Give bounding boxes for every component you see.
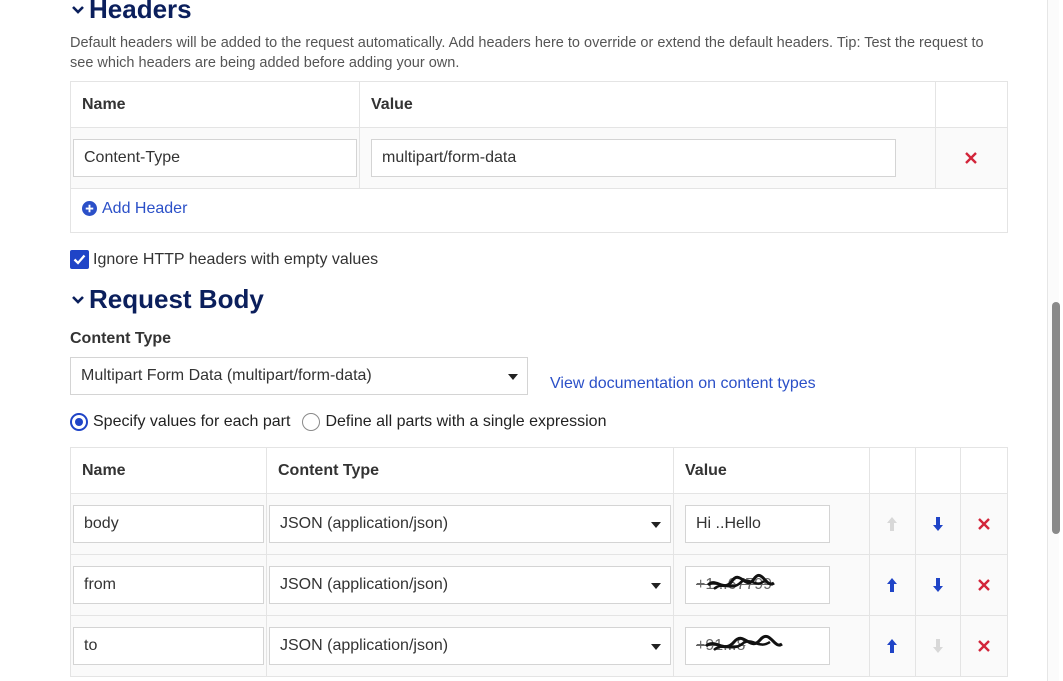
move-down-button[interactable]: [916, 577, 961, 593]
arrow-down-icon: [932, 578, 943, 592]
parts-col-value: Value: [673, 447, 870, 494]
content-type-select[interactable]: Multipart Form Data (multipart/form-data…: [70, 357, 528, 395]
ignore-empty-label: Ignore HTTP headers with empty values: [93, 250, 379, 268]
move-down-button[interactable]: [916, 516, 961, 532]
ignore-empty-headers-option[interactable]: Ignore HTTP headers with empty values: [70, 250, 378, 269]
headers-col-name: Name: [70, 81, 360, 128]
table-row: from JSON (application/json) +1...67799: [70, 554, 1008, 616]
arrow-up-icon: [887, 578, 898, 592]
delete-header-button[interactable]: [936, 151, 1007, 165]
part-content-type-select[interactable]: JSON (application/json): [269, 505, 671, 543]
radio-specify-button[interactable]: [70, 413, 88, 431]
delete-part-button[interactable]: [961, 639, 1007, 653]
delete-part-button[interactable]: [961, 578, 1007, 592]
arrow-down-icon: [932, 639, 943, 653]
table-row: Content-Type multipart/form-data: [70, 127, 1009, 189]
part-content-type-select[interactable]: JSON (application/json): [269, 627, 671, 665]
close-icon: [978, 518, 990, 530]
headers-col-actions: [934, 81, 1009, 128]
part-mode-radio-group: Specify values for each part Define all …: [70, 413, 606, 431]
move-up-button[interactable]: [870, 516, 915, 532]
caret-down-icon: [651, 644, 661, 650]
part-content-type-select[interactable]: JSON (application/json): [269, 566, 671, 604]
part-name-input[interactable]: to: [73, 627, 264, 665]
arrow-up-icon: [887, 639, 898, 653]
radio-single-option[interactable]: Define all parts with a single expressio…: [302, 413, 606, 431]
parts-table: Name Content Type Value body JSON (appli…: [70, 447, 1008, 677]
parts-col-move-up: [868, 447, 916, 494]
caret-down-icon: [651, 522, 661, 528]
delete-part-button[interactable]: [961, 517, 1007, 531]
move-up-button[interactable]: [870, 577, 915, 593]
part-content-type-value: JSON (application/json): [280, 515, 449, 532]
table-row: to JSON (application/json) +91...8: [70, 615, 1008, 677]
ignore-empty-checkbox[interactable]: [70, 250, 89, 269]
radio-single-label: Define all parts with a single expressio…: [325, 413, 607, 430]
part-content-type-value: JSON (application/json): [280, 576, 449, 593]
chevron-down-icon: [70, 2, 86, 18]
close-icon: [978, 579, 990, 591]
part-value-input[interactable]: +1...67799: [685, 566, 830, 604]
move-up-button[interactable]: [870, 638, 915, 654]
radio-specify-label: Specify values for each part: [93, 413, 291, 430]
part-content-type-value: JSON (application/json): [280, 637, 449, 654]
redaction-scribble-icon: [706, 573, 775, 590]
parts-col-name: Name: [70, 447, 267, 494]
header-value-input[interactable]: multipart/form-data: [371, 139, 896, 177]
header-name-input[interactable]: Content-Type: [73, 139, 357, 177]
close-icon: [965, 152, 978, 164]
add-header-label: Add Header: [102, 199, 188, 217]
table-row: body JSON (application/json) Hi ..Hello: [70, 493, 1008, 555]
move-down-button[interactable]: [916, 638, 961, 654]
parts-col-move-down: [914, 447, 962, 494]
checkmark-icon: [73, 254, 86, 265]
content-type-selected-value: Multipart Form Data (multipart/form-data…: [81, 367, 372, 384]
content-type-label: Content Type: [70, 330, 172, 347]
arrow-up-icon: [887, 517, 898, 531]
scrollbar-thumb[interactable]: [1052, 302, 1060, 534]
request-body-section-title[interactable]: Request Body: [70, 284, 264, 315]
radio-specify-option[interactable]: Specify values for each part: [70, 413, 290, 431]
plus-circle-icon: [82, 201, 97, 217]
arrow-down-icon: [932, 517, 943, 531]
parts-col-content-type: Content Type: [266, 447, 674, 494]
parts-col-delete: [960, 447, 1008, 494]
headers-help-text: Default headers will be added to the req…: [70, 35, 984, 71]
add-header-button[interactable]: Add Header: [82, 200, 187, 218]
part-name-input[interactable]: from: [73, 566, 264, 604]
chevron-down-icon: [70, 292, 86, 308]
content-types-docs-link[interactable]: View documentation on content types: [550, 375, 816, 393]
headers-table: Name Value Content-Type multipart/form-d…: [70, 81, 1009, 233]
headers-title-text: Headers: [89, 0, 192, 24]
close-icon: [978, 640, 990, 652]
request-body-title-text: Request Body: [89, 284, 264, 314]
caret-down-icon: [651, 583, 661, 589]
headers-section-title[interactable]: Headers: [70, 0, 192, 25]
caret-down-icon: [508, 374, 518, 380]
redaction-scribble-icon: [705, 634, 783, 651]
part-name-input[interactable]: body: [73, 505, 264, 543]
radio-single-button[interactable]: [302, 413, 321, 431]
part-value-input[interactable]: +91...8: [685, 627, 830, 665]
part-value-input[interactable]: Hi ..Hello: [685, 505, 830, 543]
headers-col-value: Value: [359, 81, 936, 128]
